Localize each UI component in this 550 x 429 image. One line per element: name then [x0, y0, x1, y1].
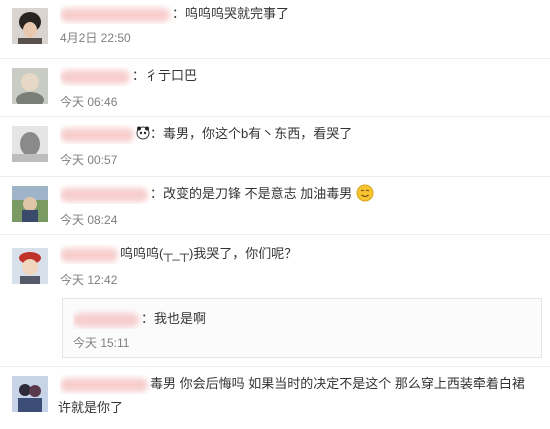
- username-blurred[interactable]: [60, 7, 170, 22]
- comment-text: 呜呜呜(┬_┬)我哭了，你们呢？: [120, 246, 298, 261]
- comment-time: 4月2日 22:50: [60, 31, 131, 45]
- comment-text: 毒男 你会后悔吗 如果当时的决定不是这个 那么穿上西装牵着白裙: [150, 376, 525, 391]
- panda-emoji-icon: [136, 126, 150, 140]
- avatar[interactable]: [12, 126, 48, 162]
- reply-box: ：我也是啊 今天 15:11: [62, 298, 542, 358]
- divider: [0, 176, 550, 177]
- comment-text: 毒男，你这个b有丶东西，看哭了: [163, 126, 353, 141]
- comment-text: 彳亍口巴: [145, 68, 198, 83]
- username-blurred[interactable]: [60, 69, 130, 84]
- reply-time: 今天 15:11: [73, 336, 130, 350]
- avatar[interactable]: [12, 376, 48, 412]
- reply-text-line: ：我也是啊: [73, 309, 206, 329]
- comment-text-line: ：改变的是刀锋 不是意志 加油毒男: [60, 184, 542, 204]
- comment-text-line: 呜呜呜(┬_┬)我哭了，你们呢？: [60, 244, 542, 264]
- smile-emoji-icon: [356, 184, 374, 202]
- avatar[interactable]: [12, 68, 48, 104]
- comment-time: 今天 00:57: [60, 153, 118, 167]
- comment-text-line: ：彳亍口巴: [60, 66, 542, 86]
- username-blurred[interactable]: [60, 127, 134, 142]
- username-blurred[interactable]: [60, 187, 148, 202]
- comment-text: 呜呜呜哭就完事了: [185, 6, 290, 21]
- comment-text-line: ：呜呜呜哭就完事了: [60, 4, 542, 24]
- username-blurred[interactable]: [73, 312, 139, 327]
- divider: [0, 58, 550, 59]
- comment-text-line: ：毒男，你这个b有丶东西，看哭了: [60, 124, 542, 144]
- avatar[interactable]: [12, 186, 48, 222]
- comment-time: 今天 12:42: [60, 273, 118, 287]
- divider: [0, 116, 550, 117]
- username-blurred[interactable]: [60, 377, 148, 392]
- username-blurred[interactable]: [60, 247, 118, 262]
- comment-text: 改变的是刀锋 不是意志 加油毒男: [163, 186, 353, 201]
- divider: [0, 366, 550, 367]
- comment-text-line-2: 许就是你了: [58, 400, 124, 415]
- avatar[interactable]: [12, 8, 48, 44]
- avatar[interactable]: [12, 248, 48, 284]
- reply-text: 我也是啊: [154, 311, 207, 326]
- comment-time: 今天 08:24: [60, 213, 118, 227]
- divider: [0, 234, 550, 235]
- comment-text-line: 毒男 你会后悔吗 如果当时的决定不是这个 那么穿上西装牵着白裙: [60, 374, 542, 394]
- comment-time: 今天 06:46: [60, 95, 118, 109]
